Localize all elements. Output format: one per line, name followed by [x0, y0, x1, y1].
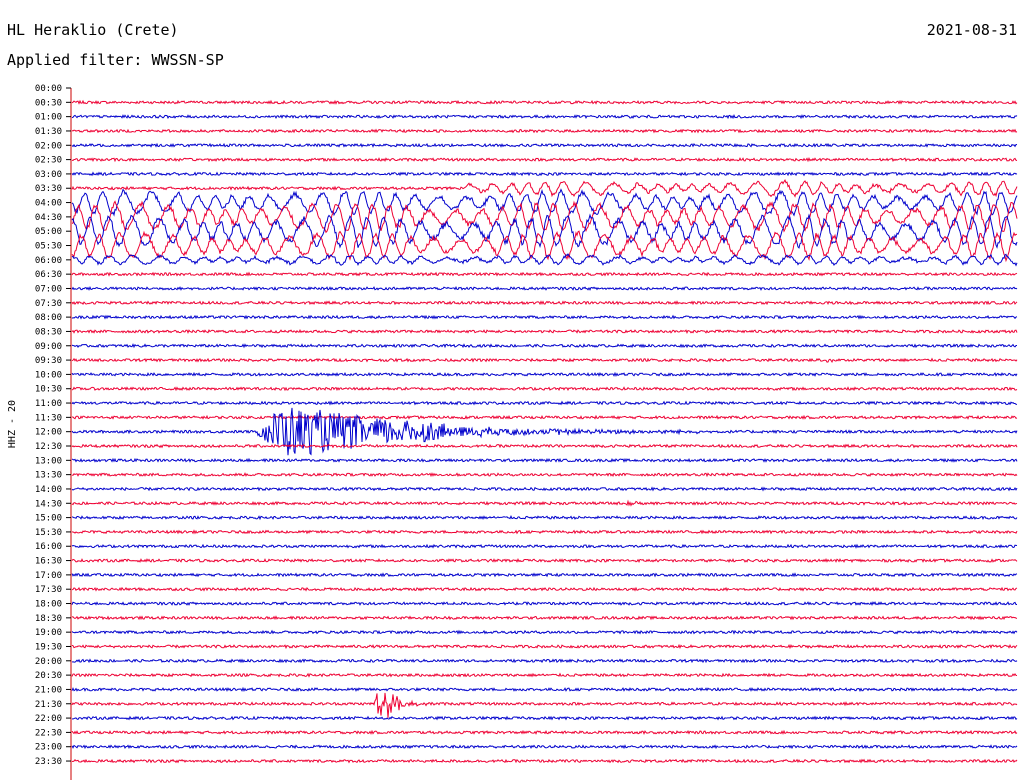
tick-label: 12:00	[35, 428, 62, 438]
trace-line	[71, 314, 1018, 320]
tick-label: 21:00	[35, 685, 62, 695]
tick-label: 07:30	[35, 299, 62, 309]
time-tick-labels: 00:00 00:30 01:00 01:30 02:00 02:30 03:00 03:30…	[35, 84, 71, 767]
trace-line	[71, 99, 1018, 105]
tick-label: 01:00	[35, 113, 62, 123]
tick-label: 09:00	[35, 342, 62, 352]
trace-line	[71, 128, 1018, 134]
tick-label: 22:30	[35, 728, 62, 738]
trace-line	[71, 715, 1018, 721]
trace-line	[71, 142, 1018, 148]
trace-line	[71, 271, 1018, 277]
tick-label: 06:30	[35, 270, 62, 280]
trace-line	[71, 729, 1018, 735]
tick-label: 21:30	[35, 700, 62, 710]
trace-line	[71, 615, 1018, 621]
trace-line	[71, 230, 1017, 263]
tick-label: 14:00	[35, 485, 62, 495]
trace-line	[71, 515, 1018, 521]
trace-line	[71, 499, 1018, 507]
trace-line	[71, 253, 1018, 267]
tick-label: 16:00	[35, 542, 62, 552]
tick-label: 13:00	[35, 456, 62, 466]
trace-line	[71, 744, 1018, 750]
tick-label: 16:30	[35, 557, 62, 567]
tick-label: 03:00	[35, 170, 62, 180]
tick-label: 08:30	[35, 327, 62, 337]
tick-label: 18:30	[35, 614, 62, 624]
trace-line	[71, 443, 1018, 449]
tick-label: 02:30	[35, 156, 62, 166]
tick-label: 22:00	[35, 714, 62, 724]
tick-label: 17:30	[35, 585, 62, 595]
tick-label: 15:30	[35, 528, 62, 538]
trace-line	[71, 357, 1018, 363]
trace-line	[71, 285, 1018, 291]
tick-label: 12:30	[35, 442, 62, 452]
trace-line	[71, 692, 1018, 718]
tick-label: 05:00	[35, 227, 62, 237]
trace-line	[71, 658, 1018, 664]
tick-label: 18:00	[35, 600, 62, 610]
trace-line	[71, 400, 1018, 406]
tick-label: 04:00	[35, 199, 62, 209]
trace-line	[71, 758, 1018, 764]
trace-line	[71, 686, 1018, 693]
tick-label: 10:00	[35, 370, 62, 380]
trace-line	[71, 188, 1018, 217]
trace-line	[71, 629, 1018, 635]
trace-line	[71, 300, 1018, 306]
tick-label: 23:00	[35, 743, 62, 753]
trace-line	[71, 156, 1018, 163]
tick-label: 20:00	[35, 657, 62, 667]
trace-line	[71, 179, 1018, 198]
tick-label: 15:00	[35, 514, 62, 524]
trace-line	[71, 114, 1018, 120]
trace-line	[71, 171, 1018, 177]
tick-label: 20:30	[35, 671, 62, 681]
trace-line	[71, 601, 1018, 607]
trace-line	[71, 407, 1018, 456]
trace-line	[72, 414, 1018, 420]
trace-line	[71, 457, 1018, 463]
trace-line	[71, 343, 1018, 349]
tick-label: 08:00	[35, 313, 62, 323]
tick-label: 10:30	[35, 385, 62, 395]
trace-line	[71, 472, 1018, 478]
tick-label: 00:30	[35, 98, 62, 108]
tick-label: 07:00	[35, 284, 62, 294]
trace-line	[71, 558, 1018, 564]
trace-line	[71, 329, 1018, 335]
trace-line	[71, 586, 1018, 592]
tick-label: 11:00	[35, 399, 62, 409]
trace-line	[71, 643, 1018, 650]
trace-line	[71, 386, 1018, 392]
tick-label: 06:00	[35, 256, 62, 266]
trace-line	[71, 572, 1018, 578]
tick-label: 19:30	[35, 642, 62, 652]
trace-line	[71, 529, 1018, 535]
seismic-traces	[71, 99, 1018, 764]
tick-label: 05:30	[35, 242, 62, 252]
trace-line	[71, 486, 1018, 492]
trace-line	[71, 371, 1018, 377]
tick-label: 00:00	[35, 84, 62, 94]
tick-label: 19:00	[35, 628, 62, 638]
tick-label: 09:30	[35, 356, 62, 366]
trace-line	[71, 543, 1018, 549]
tick-label: 13:30	[35, 471, 62, 481]
tick-label: 04:30	[35, 213, 62, 223]
tick-label: 11:30	[35, 413, 62, 423]
helicorder-plot: 00:00 00:30 01:00 01:30 02:00 02:30 03:00 03:30…	[35, 84, 1018, 780]
tick-label: 14:30	[35, 499, 62, 509]
tick-label: 17:00	[35, 571, 62, 581]
tick-label: 01:30	[35, 127, 62, 137]
tick-label: 03:30	[35, 184, 62, 194]
trace-line	[71, 672, 1018, 678]
tick-label: 23:30	[35, 757, 62, 767]
tick-label: 02:00	[35, 141, 62, 151]
trace-line	[71, 213, 1018, 249]
